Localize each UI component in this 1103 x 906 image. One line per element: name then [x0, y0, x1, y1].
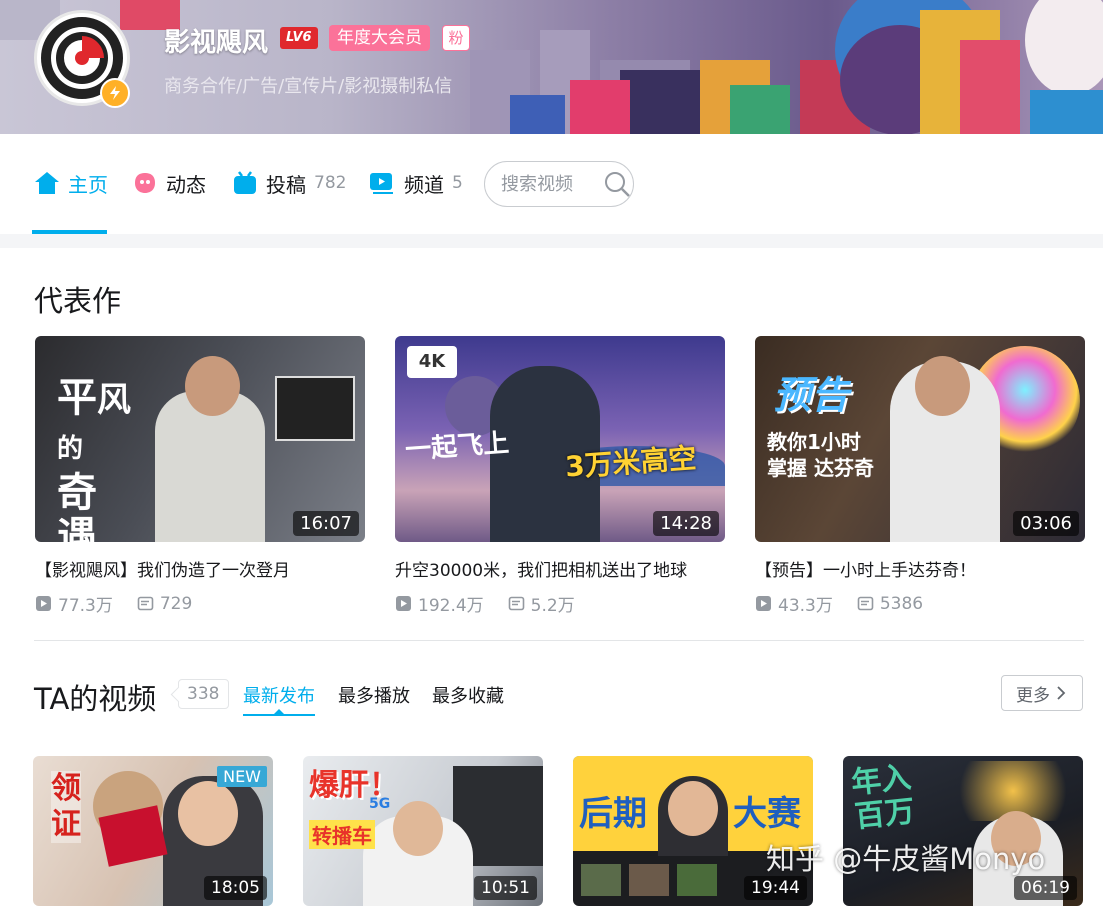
play-icon	[756, 596, 771, 611]
danmaku-icon	[857, 596, 874, 611]
video-duration: 06:19	[1014, 876, 1077, 900]
video-thumbnail[interactable]: 爆肝！ 5G 转播车 10:51	[303, 756, 543, 906]
play-icon	[396, 596, 411, 611]
main-content: 代表作 平风 的 奇 遇 16:07 【影视飓风】我们伪造了一次登月 77.3万…	[0, 248, 1103, 906]
thumb-text-line1: 一起飞上	[404, 428, 511, 466]
rep-video-card[interactable]: 预告 教你1小时 掌握 达芬奇 03:06 【预告】一小时上手达芬奇！ 43.3…	[755, 336, 1085, 616]
video-duration: 10:51	[474, 876, 537, 900]
video-title[interactable]: 升空30000米，我们把相机送出了地球	[395, 556, 725, 581]
danmaku-icon	[508, 596, 524, 611]
home-icon	[34, 170, 60, 196]
thumb-text: 领证	[51, 771, 81, 843]
tab-uploads[interactable]: 投稿 782	[232, 168, 346, 198]
video-stats: 43.3万 5386	[755, 591, 1085, 616]
video-title[interactable]: 【预告】一小时上手达芬奇！	[755, 556, 1085, 581]
thumb-head	[393, 801, 443, 856]
search-box	[484, 161, 634, 207]
thumb-text-5g: 5G	[369, 796, 391, 812]
thumb-text-line1: 后期	[579, 794, 647, 834]
video-duration: 19:44	[744, 876, 807, 900]
video-duration: 03:06	[1013, 511, 1079, 536]
section-divider	[34, 640, 1084, 641]
video-stats: 192.4万 5.2万	[395, 591, 725, 616]
uploads-count: 782	[314, 173, 347, 193]
video-thumbnail[interactable]: 年入 百万 06:19	[843, 756, 1083, 906]
vip-badge[interactable]: 年度大会员	[329, 25, 430, 51]
rep-video-card[interactable]: 平风 的 奇 遇 16:07 【影视飓风】我们伪造了一次登月 77.3万 729	[35, 336, 365, 616]
thumb-text-line1: 预告	[773, 373, 850, 417]
channels-count: 5	[452, 173, 463, 193]
thumb-moon-screen	[275, 376, 355, 441]
rep-video-card[interactable]: 4K 一起飞上 3万米高空 14:28 升空30000米，我们把相机送出了地球 …	[395, 336, 725, 616]
ta-videos-count: 338	[178, 679, 230, 709]
tab-most-favorited[interactable]: 最多收藏	[432, 682, 504, 708]
uploads-icon	[232, 170, 258, 196]
thumb-head	[185, 356, 240, 416]
danmaku-count: 5.2万	[508, 591, 575, 616]
tab-dynamic[interactable]: 动态	[132, 168, 206, 198]
video-duration: 14:28	[653, 511, 719, 536]
tab-dynamic-label: 动态	[166, 172, 206, 197]
thumb-red-book	[98, 805, 168, 867]
danmaku-count: 5386	[857, 594, 923, 614]
thumb-text-line2: 转播车	[309, 820, 375, 849]
tab-home-label: 主页	[68, 172, 108, 197]
tab-uploads-label: 投稿	[266, 172, 306, 197]
play-count: 77.3万	[35, 591, 113, 616]
search-icon[interactable]	[603, 170, 631, 198]
banner-illustration	[0, 0, 1103, 134]
username: 影视飓风	[164, 28, 269, 58]
verified-badge-icon	[100, 78, 130, 108]
play-count: 43.3万	[755, 591, 833, 616]
profile-banner	[0, 0, 1103, 134]
tab-latest[interactable]: 最新发布	[243, 682, 315, 708]
video-thumbnail[interactable]: 后期 大赛 19:44	[573, 756, 813, 906]
dynamic-icon	[132, 170, 158, 196]
video-duration: 16:07	[293, 511, 359, 536]
thumb-text: 年入 百万	[849, 760, 917, 835]
search-input[interactable]	[501, 173, 597, 195]
thumb-film-frame	[629, 864, 669, 896]
tab-active-indicator	[243, 709, 315, 716]
tab-channels[interactable]: 频道 5	[368, 168, 463, 198]
tab-channels-label: 频道	[404, 172, 444, 197]
watermark-text: 知乎 @牛皮酱Monyo	[766, 842, 1046, 876]
thumb-head	[668, 781, 718, 836]
channels-icon	[368, 170, 396, 196]
video-thumbnail[interactable]: 领证 NEW 18:05	[33, 756, 273, 906]
level-badge: LV6	[280, 27, 318, 49]
thumb-text-line2: 大赛	[733, 794, 801, 834]
thumb-film-frame	[677, 864, 717, 896]
tab-most-played[interactable]: 最多播放	[338, 682, 410, 708]
thumb-4k-badge: 4K	[407, 346, 457, 378]
fan-badge[interactable]: 粉	[442, 25, 470, 51]
video-duration: 18:05	[204, 876, 267, 900]
video-thumbnail[interactable]: 平风 的 奇 遇 16:07	[35, 336, 365, 542]
video-thumbnail[interactable]: 预告 教你1小时 掌握 达芬奇 03:06	[755, 336, 1085, 542]
video-stats: 77.3万 729	[35, 591, 365, 616]
play-count: 192.4万	[395, 591, 484, 616]
thumb-text-line3: 掌握 达芬奇	[767, 456, 874, 480]
thumb-title-text: 平风 的 奇 遇	[57, 375, 131, 542]
play-icon	[36, 596, 51, 611]
video-title[interactable]: 【影视飓风】我们伪造了一次登月	[35, 556, 365, 581]
more-button[interactable]: 更多	[1001, 675, 1083, 711]
chevron-right-icon	[1057, 686, 1066, 700]
masterpiece-title: 代表作	[34, 284, 122, 318]
user-sign: 商务合作/广告/宣传片/影视摄制私信	[164, 76, 453, 97]
danmaku-icon	[137, 596, 154, 611]
thumb-head	[178, 781, 238, 846]
new-badge: NEW	[217, 766, 267, 787]
tab-home[interactable]: 主页	[34, 168, 108, 198]
thumb-film-frame	[581, 864, 621, 896]
more-label: 更多	[1016, 685, 1050, 706]
thumb-head	[915, 356, 970, 416]
video-thumbnail[interactable]: 4K 一起飞上 3万米高空 14:28	[395, 336, 725, 542]
ta-videos-title: TA的视频	[34, 682, 157, 716]
profile-nav: 主页 动态 投稿 782 频道 5	[0, 134, 1103, 234]
thumb-text-line2: 教你1小时	[767, 430, 861, 454]
danmaku-count: 729	[137, 594, 192, 614]
nav-active-indicator	[32, 230, 107, 234]
